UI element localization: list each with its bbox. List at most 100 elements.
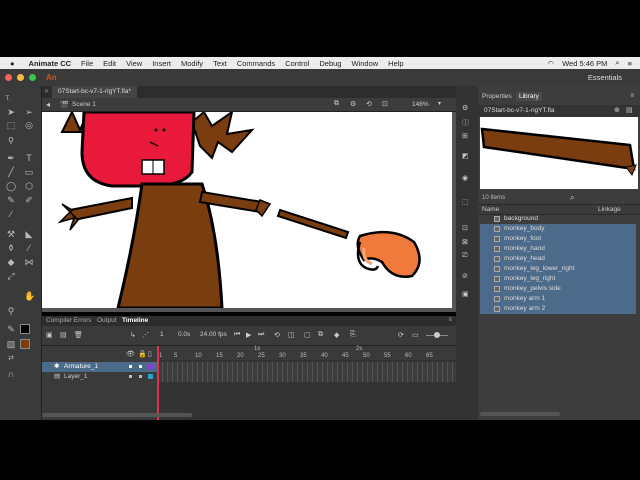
close-window-button[interactable] [5,74,12,81]
clock[interactable]: Wed 5:46 PM [562,59,607,68]
library-item-background[interactable]: background [480,214,636,224]
properties-dock-icon[interactable]: ⚙ [462,104,468,112]
eyedropper-tool-icon[interactable]: ⁄ [24,243,34,253]
paint-brush-tool-icon[interactable]: ∕ [6,209,16,219]
current-frame[interactable]: 1 [160,331,164,338]
menu-text[interactable]: Text [213,59,227,68]
lasso-tool-icon[interactable]: ϙ [6,134,16,144]
menu-window[interactable]: Window [351,59,378,68]
outline-icon[interactable]: ▯ [148,350,152,358]
frame-row-armature[interactable] [158,362,456,372]
library-item-monkey-leg-right[interactable]: monkey_leg_right [480,274,636,284]
transform-dock-icon[interactable]: ⬚ [462,198,469,206]
menu-control[interactable]: Control [285,59,309,68]
menu-debug[interactable]: Debug [319,59,341,68]
eye-icon[interactable]: 👁 [126,350,135,358]
elapsed-time[interactable]: 0.0s [178,331,190,338]
menu-edit[interactable]: Edit [103,59,116,68]
text-tool-icon[interactable]: T [24,153,34,163]
pencil-tool-icon[interactable]: ✎ [6,195,16,205]
swap-colors-icon[interactable]: ⇄ [6,354,16,364]
library-item-monkey-head[interactable]: monkey_head [480,254,636,264]
menu-view[interactable]: View [126,59,142,68]
last-frame-icon[interactable]: ⏭ [258,331,264,339]
menu-modify[interactable]: Modify [181,59,203,68]
zoom-tool-icon[interactable]: ⚲ [6,306,16,316]
close-tab-icon[interactable]: ✕ [44,88,49,95]
library-file-name[interactable]: 07Start-bc-v7-1-rigYT.fla [484,107,554,114]
frame-row-layer1[interactable] [158,372,456,382]
zoom-window-button[interactable] [29,74,36,81]
menu-file[interactable]: File [81,59,93,68]
bone-tool-icon[interactable]: ⚒ [6,229,16,239]
frame-rate[interactable]: 24.00 fps [200,331,227,338]
layer-color-swatch[interactable] [148,364,153,369]
ink-bottle-tool-icon[interactable]: ⚱ [6,243,16,253]
edit-symbols-icon[interactable]: ⚙ [350,100,356,108]
snap-to-objects-icon[interactable]: ∩ [6,369,16,379]
monkey-artwork[interactable] [42,112,452,308]
search-icon[interactable]: ⌕ [570,193,574,203]
library-item-monkey-hand[interactable]: monkey_hand [480,244,636,254]
width-tool-icon[interactable]: ⋈ [24,257,34,267]
lock-icon[interactable]: 🔒 [138,350,147,358]
library-item-monkey-arm-1[interactable]: monkey arm 1 [480,294,636,304]
edit-scene-icon[interactable]: ⧉ [334,100,339,108]
visible-dot[interactable] [129,365,132,368]
library-item-monkey-pelvis-side[interactable]: monkey_pelvis side [480,284,636,294]
layer-row-armature[interactable]: ✱ Armature_1 [42,362,158,372]
play-icon[interactable]: ▶ [246,331,251,339]
layer-color-swatch[interactable] [148,374,153,379]
hand-tool-icon[interactable]: ✋ [24,291,35,301]
first-frame-icon[interactable]: ⏮ [234,331,240,339]
paint-bucket-tool-icon[interactable]: ◣ [24,229,34,239]
loop-icon[interactable]: ⟲ [274,331,280,339]
color-dock-icon[interactable]: ◩ [462,152,469,160]
apple-icon[interactable]: ● [10,59,15,68]
graph-icon[interactable]: ⋰ [142,331,149,339]
app-menu[interactable]: Animate CC [29,59,72,68]
timeline-scrollbar[interactable] [42,413,192,417]
new-layer-icon[interactable]: ▣ [46,331,53,339]
panel-menu-icon[interactable]: ≡ [448,317,452,323]
scene-label[interactable]: Scene 1 [72,101,96,108]
tab-compiler-errors[interactable]: Compiler Errors [46,317,92,324]
stage-canvas[interactable] [42,112,452,308]
collapse-tools-icon[interactable]: T. [3,94,13,104]
panel-menu-icon[interactable]: ≡ [630,93,634,99]
minimize-window-button[interactable] [17,74,24,81]
tab-output[interactable]: Output [97,317,117,324]
components-dock-icon[interactable]: ⊡ [462,224,468,232]
layer-name[interactable]: Armature_1 [64,363,98,370]
onion-skin-icon[interactable]: ◫ [288,331,295,339]
3d-rotation-tool-icon[interactable]: ◎ [24,120,34,130]
subselection-tool-icon[interactable]: ➢ [24,107,34,117]
fill-color-icon[interactable]: ▨ [6,339,16,349]
history-dock-icon[interactable]: ⊠ [462,238,468,246]
layer-name[interactable]: Layer_1 [64,373,88,380]
library-scrollbar[interactable] [480,412,560,416]
rotate-stage-icon[interactable]: ⟲ [366,100,372,108]
column-linkage[interactable]: Linkage [598,206,621,213]
workspace-switcher[interactable]: Essentials [588,73,622,82]
edit-multiple-icon[interactable]: ⧉ [318,331,323,339]
playhead[interactable] [157,346,159,420]
lock-dot[interactable] [139,375,142,378]
tab-properties[interactable]: Properties [482,93,512,100]
library-item-monkey-leg-lower-right[interactable]: monkey_leg_lower_right [480,264,636,274]
document-tab[interactable]: 07Start-bc-v7-1-rigYT.fla* [52,86,137,98]
oval-tool-icon[interactable]: ◯ [6,181,16,191]
swatches-dock-icon[interactable]: ◉ [462,174,468,182]
menu-commands[interactable]: Commands [237,59,275,68]
onion-outline-icon[interactable]: ▢ [304,331,311,339]
stroke-color-swatch[interactable] [20,324,30,334]
library-item-monkey-arm-2[interactable]: monkey arm 2 [480,304,636,314]
center-frame-icon[interactable]: ⟳ [398,331,404,339]
pin-icon[interactable]: ⊕ [614,106,620,114]
menu-insert[interactable]: Insert [152,59,171,68]
library-item-monkey-foot[interactable]: monkey_foot [480,234,636,244]
library-item-monkey-body[interactable]: monkey_body [480,224,636,234]
chevron-down-icon[interactable]: ▾ [438,100,441,107]
new-folder-icon[interactable]: ▤ [60,331,67,339]
zoom-out-icon[interactable]: ▭ [412,331,419,339]
